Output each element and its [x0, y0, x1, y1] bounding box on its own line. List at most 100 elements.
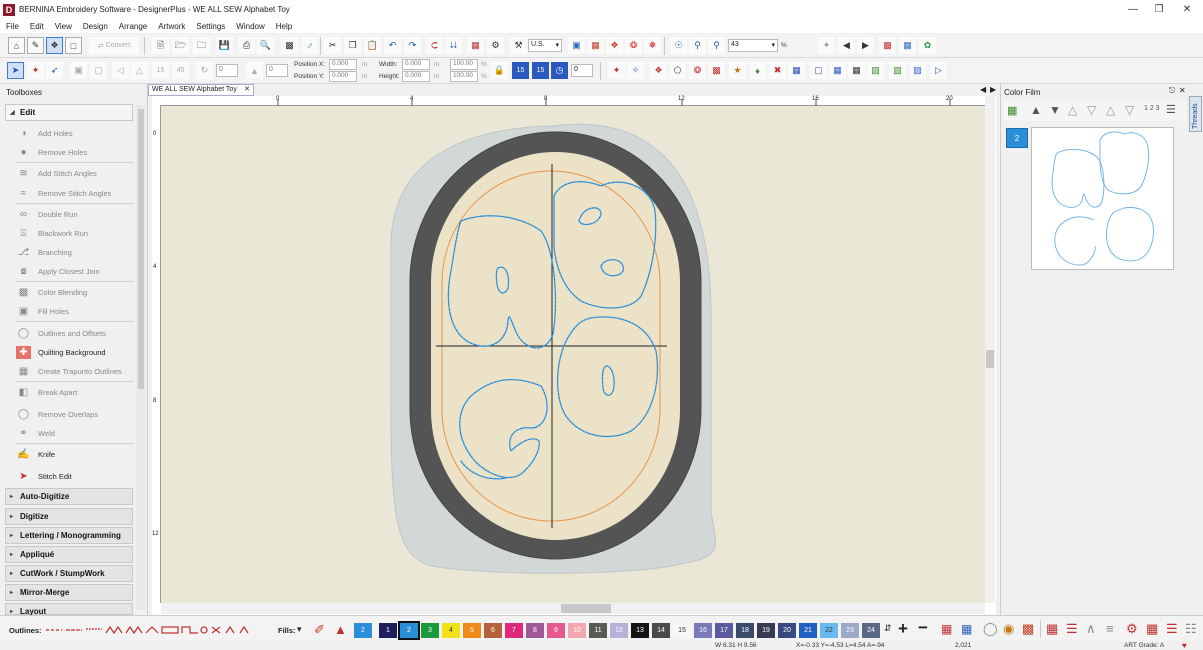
grid-fill-button[interactable]: ▦ — [788, 62, 805, 79]
select-tool-button[interactable]: ✦ — [818, 37, 835, 54]
section-applique[interactable]: ▸ Appliqué — [5, 546, 133, 563]
chevron-up-down-icon[interactable]: ⇵ — [884, 623, 892, 634]
section-cutwork[interactable]: ▸ CutWork / StumpWork — [5, 565, 133, 582]
next-button[interactable]: ▶ — [857, 37, 874, 54]
color-swatch-23[interactable]: 23 — [841, 623, 859, 638]
slideshow-button[interactable]: ▷ — [930, 62, 947, 79]
close-tab-icon[interactable]: ✕ — [244, 85, 250, 93]
slant-input[interactable]: 0 — [266, 64, 288, 77]
scale-button[interactable]: ▢ — [90, 62, 107, 79]
stitch-angle-15b-button[interactable]: 15 — [532, 62, 549, 79]
object-properties-button[interactable]: ▦ — [467, 37, 484, 54]
menu-design[interactable]: Design — [83, 22, 108, 31]
tool-double-run[interactable]: ∞ Double Run — [16, 206, 134, 223]
tool-remove-overlaps[interactable]: ◯ Remove Overlaps — [16, 406, 134, 423]
rotate-angle-input[interactable]: 0 — [216, 64, 238, 77]
shape-button[interactable]: ⬠ — [669, 62, 686, 79]
show-connectors-button[interactable]: ❅ — [644, 37, 661, 54]
show-grid-lines-button[interactable]: ▦ — [848, 62, 865, 79]
slant-button[interactable]: ▲ — [246, 62, 263, 79]
color-swatch-2[interactable]: 2 — [354, 623, 372, 638]
open-recent-button[interactable]: 🗀 — [193, 37, 210, 54]
satin-fill-button[interactable]: ❂ — [689, 62, 706, 79]
tool-stitch-edit[interactable]: ➤ Stitch Edit — [16, 468, 134, 485]
save-button[interactable]: 💾 — [216, 37, 233, 54]
motif-fill-button[interactable]: ★ — [729, 62, 746, 79]
move-up-icon[interactable]: △ — [1068, 103, 1077, 117]
color-swatch-9[interactable]: 9 — [547, 623, 565, 638]
color-swatch-13[interactable]: 13 — [631, 623, 649, 638]
polygon-select-button[interactable]: ✦ — [27, 62, 44, 79]
stitch-type-4-icon[interactable]: ≡ — [1106, 621, 1114, 636]
color-swatch-18[interactable]: 18 — [736, 623, 754, 638]
mirror-horizontal-button[interactable]: ◁ — [112, 62, 129, 79]
tool-add-stitch-angles[interactable]: ≊ Add Stitch Angles — [16, 165, 134, 182]
close-button[interactable]: ✕ — [1173, 0, 1201, 19]
cut-button[interactable]: ✂ — [324, 37, 341, 54]
color-wheel-icon[interactable]: ▦ — [941, 622, 952, 636]
copy-button[interactable]: ❐ — [344, 37, 361, 54]
menu-view[interactable]: View — [55, 22, 72, 31]
color-picker-icon[interactable]: ✐ — [314, 622, 325, 638]
toolbox-scroll-thumb[interactable] — [138, 109, 144, 389]
vertical-scroll-thumb[interactable] — [986, 350, 994, 368]
export-machine-button[interactable]: ▩ — [281, 37, 298, 54]
color-block-selected[interactable]: 2 — [1006, 128, 1028, 148]
section-lettering[interactable]: ▸ Lettering / Monogramming — [5, 527, 133, 544]
show-grid-button[interactable]: ▦ — [587, 37, 604, 54]
tool-color-blending[interactable]: ▩ Color Blending — [16, 284, 134, 301]
section-mirror-merge[interactable]: ▸ Mirror-Merge — [5, 584, 133, 601]
tool-outlines-offsets[interactable]: ◯ Outlines and Offsets — [16, 325, 134, 342]
print-button[interactable]: ⎙ — [238, 37, 255, 54]
menu-arrange[interactable]: Arrange — [119, 22, 147, 31]
color-swatch-10[interactable]: 10 — [568, 623, 586, 638]
tool-apply-closest-join[interactable]: ⧇ Apply Closest Join — [16, 263, 134, 280]
section-edit[interactable]: ◢ Edit — [5, 104, 133, 121]
machine-embroidery-button[interactable]: ✿ — [919, 37, 936, 54]
select-object-button[interactable]: ➤ — [7, 62, 24, 79]
stitch-type-5-icon[interactable]: ⚙ — [1126, 621, 1138, 637]
menu-help[interactable]: Help — [276, 22, 292, 31]
width-percent-input[interactable]: 100.00 — [450, 59, 478, 70]
tool-create-trapunto-outlines[interactable]: ▦ Create Trapunto Outlines — [16, 363, 134, 380]
height-percent-input[interactable]: 100.00 — [450, 71, 478, 82]
position-y-input[interactable]: 0.000 — [329, 71, 357, 82]
reshape-button[interactable]: ✦ — [608, 62, 625, 79]
color-swatch-15[interactable]: 15 — [673, 623, 691, 638]
cross-stitch-button[interactable]: ✖ — [769, 62, 786, 79]
show-hoop-button[interactable]: ▣ — [568, 37, 585, 54]
paint-bucket-icon[interactable]: ▲ — [334, 622, 347, 637]
artwork-button[interactable]: ▧ — [909, 62, 926, 79]
close-panel-icon[interactable]: ✕ — [1179, 86, 1186, 95]
section-layout[interactable]: ▸ Layout — [5, 603, 133, 616]
stitch-count-input[interactable]: 0 — [571, 64, 593, 77]
menu-window[interactable]: Window — [236, 22, 264, 31]
color-swatch-3[interactable]: 3 — [421, 623, 439, 638]
color-swatch-2-current[interactable]: 2 — [398, 621, 420, 640]
zoom-1to1-button[interactable]: ☉ — [670, 37, 687, 54]
color-swatch-24[interactable]: 24 — [862, 623, 880, 638]
background-button[interactable]: ▧ — [889, 62, 906, 79]
hoop-grid-button[interactable]: ▦ — [829, 62, 846, 79]
previous-button[interactable]: ◀ — [838, 37, 855, 54]
zoom-out-button[interactable]: ⚲ — [708, 37, 725, 54]
applique-button[interactable]: ♦ — [749, 62, 766, 79]
chevron-down-icon[interactable]: ▾ — [297, 624, 302, 635]
paste-button[interactable]: 📋 — [364, 37, 381, 54]
tool-knife[interactable]: ✍ Knife — [16, 446, 134, 463]
zoom-in-button[interactable]: ⚲ — [689, 37, 706, 54]
rotate-left-button[interactable]: 15 — [152, 62, 169, 79]
stitch-angle-15-button[interactable]: 15 — [512, 62, 529, 79]
hoop-button[interactable]: ▢ — [810, 62, 827, 79]
mirror-vertical-button[interactable]: △ — [131, 62, 148, 79]
tool-branching[interactable]: ⎇ Branching — [16, 244, 134, 261]
redo-button[interactable]: ↷ — [404, 37, 421, 54]
move-down-icon[interactable]: ▽ — [1087, 103, 1096, 117]
color-swatch-1[interactable]: 1 — [379, 623, 397, 638]
design-workspace[interactable] — [161, 106, 985, 603]
tab-scroll-right-icon[interactable]: ▶ — [990, 85, 996, 94]
menu-edit[interactable]: Edit — [30, 22, 44, 31]
document-tab[interactable]: WE ALL SEW Alphabet Toy ✕ — [148, 84, 254, 96]
new-button[interactable]: 🗎 — [152, 37, 169, 54]
color-swatch-12[interactable]: 12 — [610, 623, 628, 638]
